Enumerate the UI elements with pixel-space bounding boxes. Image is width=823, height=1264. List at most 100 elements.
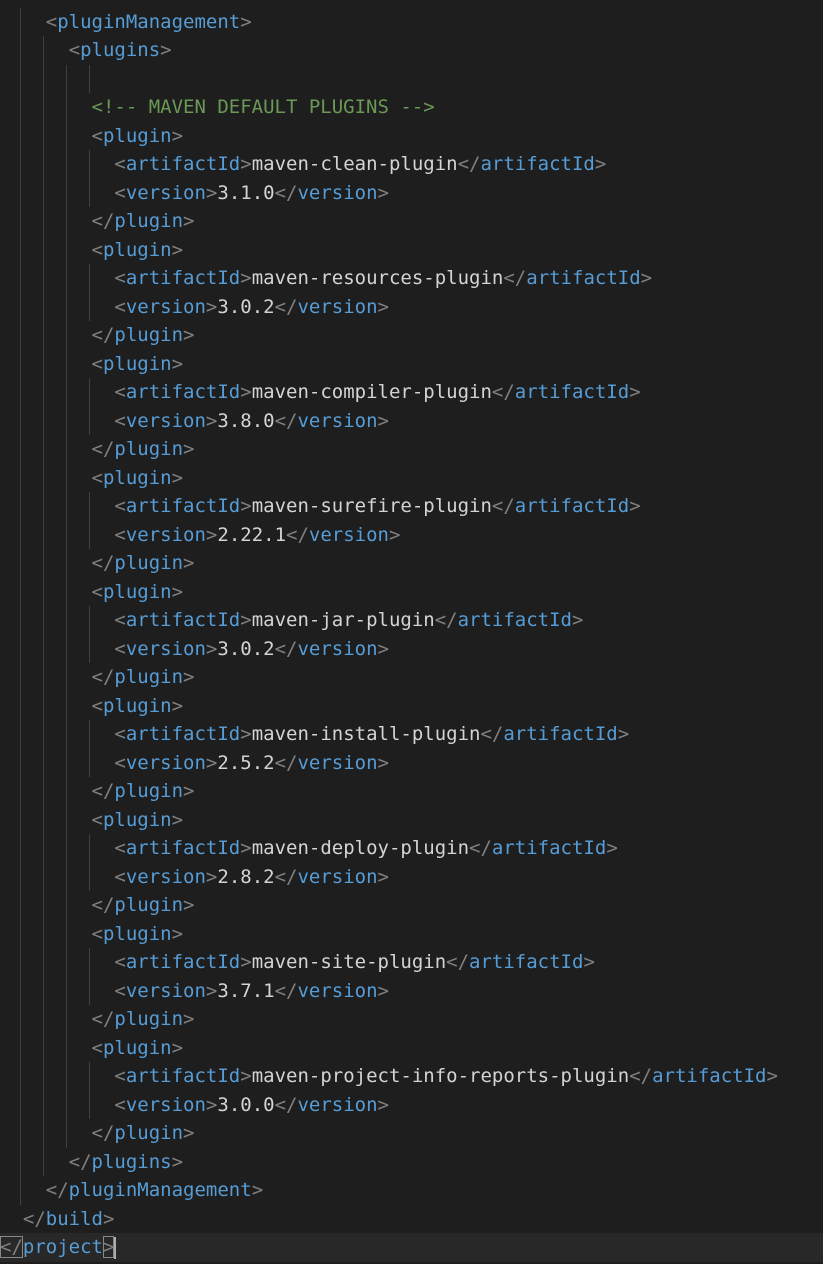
tag-bracket: > <box>183 1008 195 1030</box>
code-line[interactable]: <plugin> <box>0 692 823 721</box>
tag-bracket: > <box>205 1093 218 1116</box>
tag-name: version <box>308 523 389 546</box>
code-line[interactable]: </plugin> <box>0 891 823 920</box>
tag-bracket: </ <box>274 1093 298 1116</box>
code-line[interactable]: <pluginManagement> <box>0 8 823 37</box>
code-line[interactable]: <plugin> <box>0 350 823 379</box>
code-line[interactable]: <plugin> <box>0 122 823 151</box>
code-line[interactable]: <version>2.5.2</version> <box>0 749 823 778</box>
tag-bracket: > <box>629 381 641 403</box>
code-line[interactable]: <plugin> <box>0 464 823 493</box>
code-line[interactable]: <artifactId>maven-resources-plugin</arti… <box>0 264 823 293</box>
code-line[interactable]: <version>3.0.0</version> <box>0 1091 823 1120</box>
indent-guide <box>88 264 90 321</box>
code-line[interactable]: </plugin> <box>0 549 823 578</box>
code-line[interactable]: <version>3.0.2</version> <box>0 635 823 664</box>
code-line[interactable]: <plugin> <box>0 920 823 949</box>
code-line[interactable]: <!-- MAVEN DEFAULT PLUGINS --> <box>0 93 823 122</box>
tag-name: artifactId <box>125 723 241 745</box>
tag-name: plugin <box>102 238 172 261</box>
tag-name: version <box>297 865 378 888</box>
code-line[interactable]: </plugins> <box>0 1148 823 1177</box>
tag-bracket: </ <box>491 495 515 517</box>
tag-bracket: > <box>205 865 218 888</box>
tag-bracket: < <box>91 694 103 717</box>
code-line[interactable]: <artifactId>maven-install-plugin</artifa… <box>0 720 823 749</box>
tag-bracket: > <box>102 1207 115 1230</box>
code-line[interactable]: </plugin> <box>0 777 823 806</box>
code-line[interactable]: <version>2.22.1</version> <box>0 521 823 550</box>
tag-name: artifactId <box>125 495 241 517</box>
tag-bracket: </ <box>91 1122 115 1144</box>
tag-name: artifactId <box>125 1065 241 1087</box>
code-line[interactable]: <artifactId>maven-surefire-plugin</artif… <box>0 492 823 521</box>
code-line[interactable]: </pluginManagement> <box>0 1176 823 1205</box>
code-line[interactable]: <version>3.0.2</version> <box>0 293 823 322</box>
tag-name: version <box>297 1093 378 1116</box>
tag-bracket: > <box>583 951 595 973</box>
tag-bracket: < <box>114 409 126 432</box>
tag-bracket: < <box>114 523 126 546</box>
indent-guide <box>88 720 90 777</box>
indent-guide <box>88 492 90 549</box>
tag-bracket: > <box>240 609 252 631</box>
tag-name: version <box>297 637 378 660</box>
code-line[interactable]: </build> <box>0 1205 823 1234</box>
tag-bracket: > <box>606 837 618 859</box>
code-line[interactable]: <artifactId>maven-compiler-plugin</artif… <box>0 378 823 407</box>
code-line[interactable]: <plugins> <box>0 36 823 65</box>
tag-name: version <box>125 1093 206 1116</box>
code-line[interactable]: <artifactId>maven-deploy-plugin</artifac… <box>0 834 823 863</box>
tag-bracket: </ <box>503 267 527 289</box>
tag-bracket: > <box>240 495 252 517</box>
tag-bracket: < <box>114 181 126 204</box>
tag-name: version <box>297 409 378 432</box>
code-line[interactable]: <version>3.8.0</version> <box>0 407 823 436</box>
tag-bracket: < <box>114 609 126 631</box>
code-line[interactable]: <artifactId>maven-jar-plugin</artifactId… <box>0 606 823 635</box>
tag-bracket: > <box>183 438 195 460</box>
tag-bracket: > <box>205 637 218 660</box>
tag-bracket: < <box>114 495 126 517</box>
code-line[interactable]: </project> <box>0 1233 823 1262</box>
tag-name: plugin <box>114 438 184 460</box>
xml-comment: <!-- MAVEN DEFAULT PLUGINS --> <box>91 96 435 118</box>
code-line[interactable] <box>0 65 823 94</box>
code-line[interactable]: <plugin> <box>0 806 823 835</box>
tag-bracket: > <box>171 466 184 489</box>
code-line[interactable]: </plugin> <box>0 207 823 236</box>
code-line[interactable]: <version>2.8.2</version> <box>0 863 823 892</box>
code-line[interactable]: <artifactId>maven-site-plugin</artifactI… <box>0 948 823 977</box>
code-line[interactable]: <version>3.7.1</version> <box>0 977 823 1006</box>
code-line[interactable]: </plugin> <box>0 321 823 350</box>
code-line[interactable]: <version>3.1.0</version> <box>0 179 823 208</box>
code-line[interactable]: <plugin> <box>0 1034 823 1063</box>
tag-bracket: < <box>91 124 103 147</box>
tag-bracket: > <box>205 181 218 204</box>
indent-guide <box>88 64 90 93</box>
tag-bracket: > <box>377 409 389 432</box>
tag-name: plugin <box>114 666 184 688</box>
element-value: 3.7.1 <box>217 979 275 1002</box>
code-line[interactable]: <artifactId>maven-clean-plugin</artifact… <box>0 150 823 179</box>
indent-guide <box>65 64 67 1148</box>
code-line[interactable]: <plugin> <box>0 236 823 265</box>
code-editor[interactable]: <pluginManagement> <plugins> <!-- MAVEN … <box>0 0 823 1264</box>
code-line[interactable]: </plugin> <box>0 1005 823 1034</box>
element-value: maven-compiler-plugin <box>251 381 492 403</box>
tag-name: artifactId <box>491 837 607 859</box>
tag-name: artifactId <box>652 1065 767 1087</box>
code-line[interactable]: <artifactId>maven-project-info-reports-p… <box>0 1062 823 1091</box>
tag-name: plugin <box>102 808 172 831</box>
code-line[interactable]: </plugin> <box>0 435 823 464</box>
code-line[interactable]: </plugin> <box>0 1119 823 1148</box>
tag-bracket: > <box>171 694 184 717</box>
tag-bracket: > <box>205 523 218 546</box>
code-line[interactable]: </plugin> <box>0 663 823 692</box>
code-line[interactable]: <plugin> <box>0 578 823 607</box>
tag-bracket: </ <box>274 865 298 888</box>
tag-bracket: < <box>68 39 81 61</box>
tag-bracket: > <box>240 153 252 175</box>
tag-name: version <box>125 865 206 888</box>
tag-name: artifactId <box>125 837 241 859</box>
